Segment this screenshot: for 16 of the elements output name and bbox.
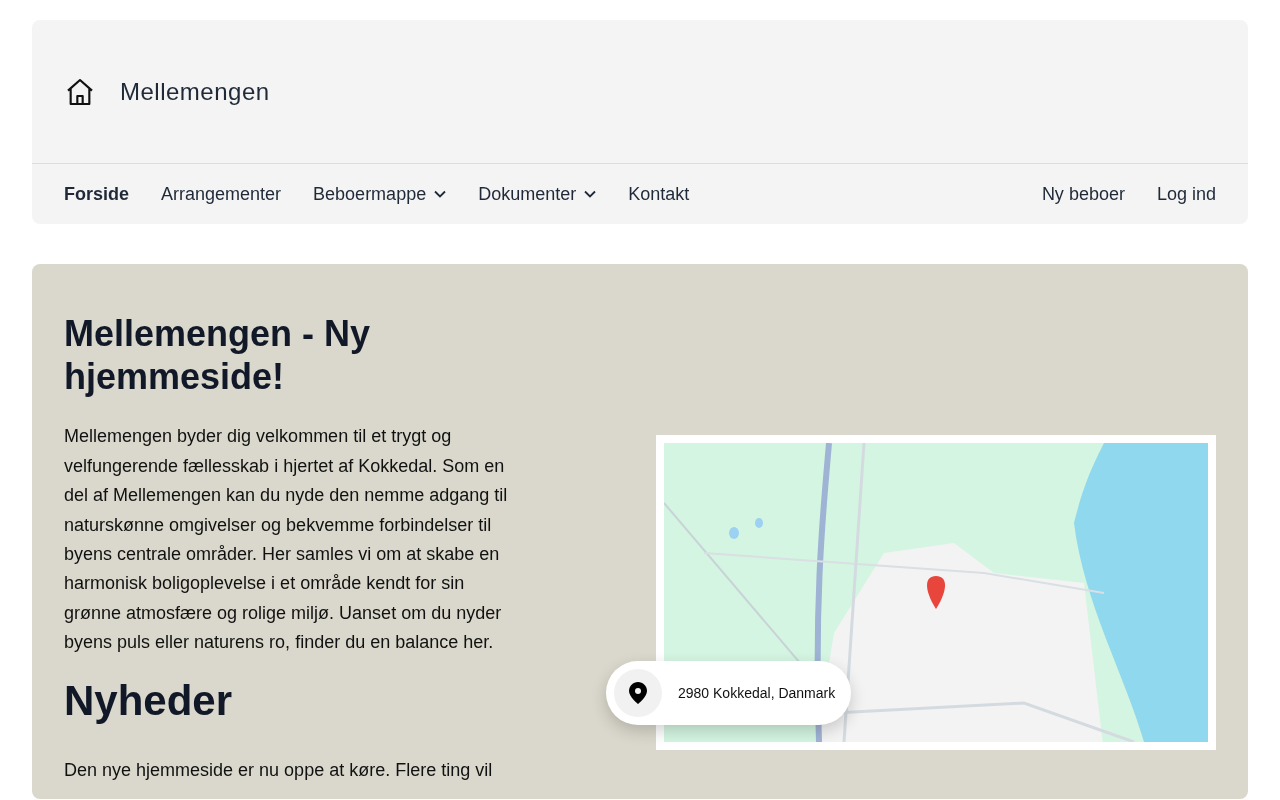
address-text: 2980 Kokkedal, Danmark <box>678 683 836 703</box>
nav-link[interactable]: Forside <box>64 180 129 208</box>
nav-link[interactable]: Kontakt <box>628 180 690 208</box>
site-title[interactable]: Mellemengen <box>120 73 270 110</box>
page-heading: Mellemengen - Ny hjemmeside! <box>64 312 372 399</box>
nav-link[interactable]: Dokumenter <box>478 180 597 208</box>
chevron-down-icon <box>584 190 597 198</box>
location-pin-icon <box>629 682 647 704</box>
news-paragraph: Den nye hjemmeside er nu oppe at køre. Flere ting vil <box>64 759 494 782</box>
nav-link[interactable]: Ny beboer <box>1041 180 1125 208</box>
nav-link[interactable]: Beboermappe <box>313 180 447 208</box>
nav-link[interactable]: Log ind <box>1156 180 1216 208</box>
chevron-down-icon <box>434 190 447 198</box>
intro-paragraph: Mellemengen byder dig velkommen til et trygt og velfungerende fællesskab i hjertet af Kokkedal. Som en del af Mellemengen kan du nyde den nemme adgang til naturskønne omgivelser og bekvemme forbindelser til byens centrale områder. Her samles vi om at skabe en harmonisk boligoplevelse i et område kendt for sin grønne atmosfære og rolige miljø. Uanset om du nyder byens puls eller naturens ro, finder du en balance her. <box>64 425 509 655</box>
nav-link[interactable]: Arrangementer <box>161 180 282 208</box>
section-heading: Nyheder <box>64 675 234 726</box>
